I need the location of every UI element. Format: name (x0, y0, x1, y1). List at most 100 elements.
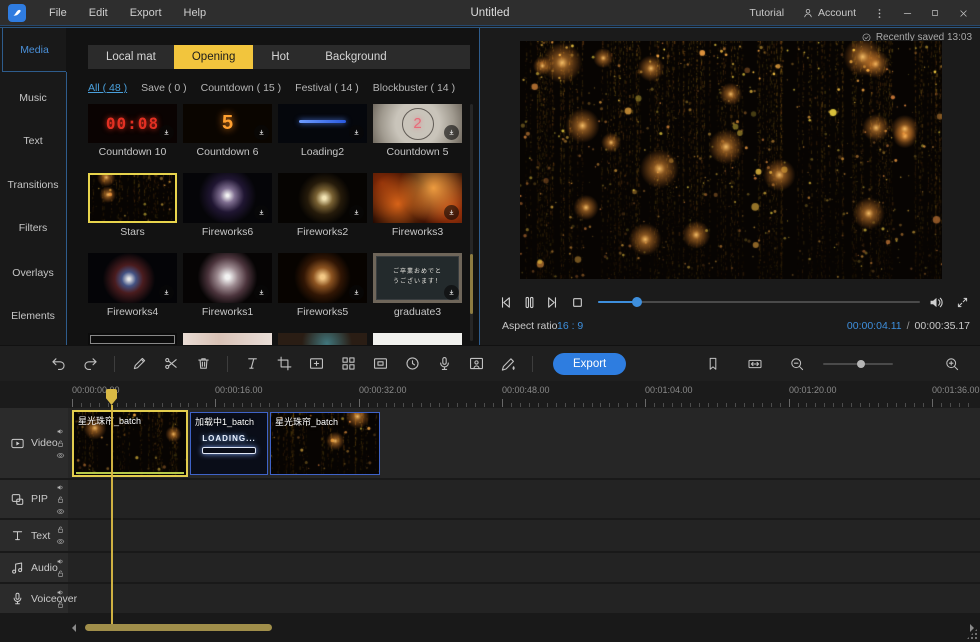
timeline-clip[interactable]: 星光珠帘_batch (72, 410, 188, 477)
hscroll-left-arrow[interactable] (72, 624, 76, 632)
menu-help[interactable]: Help (175, 4, 216, 22)
account-button[interactable]: Account (794, 7, 864, 19)
media-item[interactable]: Loading2 (278, 104, 367, 158)
download-icon[interactable] (349, 205, 364, 220)
media-tab-opening[interactable]: Opening (174, 45, 253, 69)
media-tab-local-mat[interactable]: Local mat (88, 45, 174, 69)
download-icon[interactable] (159, 285, 174, 300)
tutorial-button[interactable]: Tutorial (741, 7, 792, 19)
media-item[interactable]: Fireworks2 (278, 173, 367, 238)
download-icon[interactable] (444, 285, 459, 300)
freeze-frame-button[interactable] (367, 351, 393, 377)
media-tab-background[interactable]: Background (307, 45, 404, 69)
sidebar-item-music[interactable]: Music (0, 88, 66, 108)
timeline-clip[interactable]: 星光珠帘_batch (270, 412, 380, 475)
undo-button[interactable] (45, 351, 71, 377)
media-item[interactable]: 5Countdown 6 (183, 104, 272, 158)
media-filter[interactable]: Countdown ( 15 ) (201, 82, 282, 94)
eye-toggle[interactable] (56, 537, 65, 546)
menu-edit[interactable]: Edit (80, 4, 117, 22)
crop-button[interactable] (271, 351, 297, 377)
media-item[interactable]: Fireworks6 (183, 173, 272, 238)
app-logo[interactable] (8, 4, 26, 22)
media-item[interactable]: 00:08Countdown 10 (88, 104, 177, 158)
media-scrollbar-thumb[interactable] (470, 254, 473, 314)
stop-button[interactable] (565, 290, 589, 314)
media-thumbnail[interactable] (278, 253, 367, 303)
prev-frame-button[interactable] (493, 290, 517, 314)
media-item[interactable]: Fireworks1 (183, 253, 272, 318)
eye-toggle[interactable] (56, 451, 65, 460)
menu-file[interactable]: File (40, 4, 76, 22)
hscroll-right-arrow[interactable] (970, 624, 974, 632)
sidebar-item-transitions[interactable]: Transitions (0, 175, 66, 195)
duration-button[interactable] (399, 351, 425, 377)
sidebar-item-filters[interactable]: Filters (0, 218, 66, 238)
portrait-button[interactable] (463, 351, 489, 377)
media-thumbnail[interactable]: ご卒業おめでと うございます！ (373, 253, 462, 303)
media-thumbnail[interactable]: 00:08 (88, 104, 177, 143)
download-icon[interactable] (444, 205, 459, 220)
media-thumbnail[interactable] (278, 104, 367, 143)
lock-toggle[interactable] (56, 495, 65, 504)
fit-timeline-button[interactable] (742, 351, 768, 377)
edit-button[interactable] (126, 351, 152, 377)
seek-slider[interactable] (598, 301, 920, 303)
media-item[interactable]: Fireworks4 (88, 253, 177, 318)
download-icon[interactable] (254, 125, 269, 140)
media-item[interactable]: Fireworks3 (373, 173, 462, 238)
media-item[interactable]: 2Countdown 5 (373, 104, 462, 158)
close-button[interactable] (950, 2, 976, 24)
download-icon[interactable] (444, 125, 459, 140)
media-thumbnail[interactable] (88, 253, 177, 303)
volume-button[interactable] (924, 290, 948, 314)
media-scrollbar[interactable] (470, 104, 473, 341)
marker-button[interactable] (700, 351, 726, 377)
playhead[interactable] (111, 405, 113, 624)
media-thumbnail[interactable] (373, 173, 462, 223)
text-tool-button[interactable] (239, 351, 265, 377)
sidebar-item-overlays[interactable]: Overlays (0, 263, 66, 283)
media-thumbnail[interactable] (183, 173, 272, 223)
media-filter[interactable]: All ( 48 ) (88, 82, 127, 94)
zoom-in-button[interactable] (939, 351, 965, 377)
media-thumbnail[interactable]: 2 (373, 104, 462, 143)
download-icon[interactable] (349, 125, 364, 140)
timeline-ruler[interactable]: 00:00:00.0000:00:16.0000:00:32.0000:00:4… (0, 381, 980, 408)
next-frame-button[interactable] (540, 290, 564, 314)
timeline-zoom-slider[interactable] (823, 363, 893, 365)
eye-toggle[interactable] (56, 507, 65, 516)
media-filter[interactable]: Blockbuster ( 14 ) (373, 82, 455, 94)
paint-button[interactable] (495, 351, 521, 377)
lock-toggle[interactable] (56, 439, 65, 448)
fullscreen-button[interactable] (950, 290, 974, 314)
hscroll-thumb[interactable] (85, 624, 272, 631)
speaker-toggle[interactable] (56, 588, 65, 597)
sidebar-item-text[interactable]: Text (0, 131, 66, 151)
sidebar-item-elements[interactable]: Elements (0, 306, 66, 326)
download-icon[interactable] (254, 285, 269, 300)
download-icon[interactable] (254, 205, 269, 220)
zoom-out-button[interactable] (784, 351, 810, 377)
download-icon[interactable] (349, 285, 364, 300)
zoom-frame-button[interactable] (303, 351, 329, 377)
media-thumbnail[interactable] (278, 173, 367, 223)
lock-toggle[interactable] (56, 525, 65, 534)
timeline-hscrollbar[interactable] (72, 624, 966, 631)
speaker-toggle[interactable] (56, 557, 65, 566)
media-thumbnail[interactable] (183, 253, 272, 303)
minimize-button[interactable] (894, 2, 920, 24)
record-button[interactable] (431, 351, 457, 377)
media-item[interactable]: Stars (88, 173, 177, 238)
lock-toggle[interactable] (56, 600, 65, 609)
seek-handle[interactable] (632, 297, 642, 307)
redo-button[interactable] (77, 351, 103, 377)
more-menu-button[interactable] (866, 2, 892, 24)
menu-export[interactable]: Export (121, 4, 171, 22)
media-item[interactable]: ご卒業おめでと うございます！graduate3 (373, 253, 462, 318)
media-thumbnail[interactable] (88, 173, 177, 223)
media-filter[interactable]: Save ( 0 ) (141, 82, 187, 94)
mosaic-button[interactable] (335, 351, 361, 377)
timeline-zoom-handle[interactable] (857, 360, 865, 368)
delete-button[interactable] (190, 351, 216, 377)
